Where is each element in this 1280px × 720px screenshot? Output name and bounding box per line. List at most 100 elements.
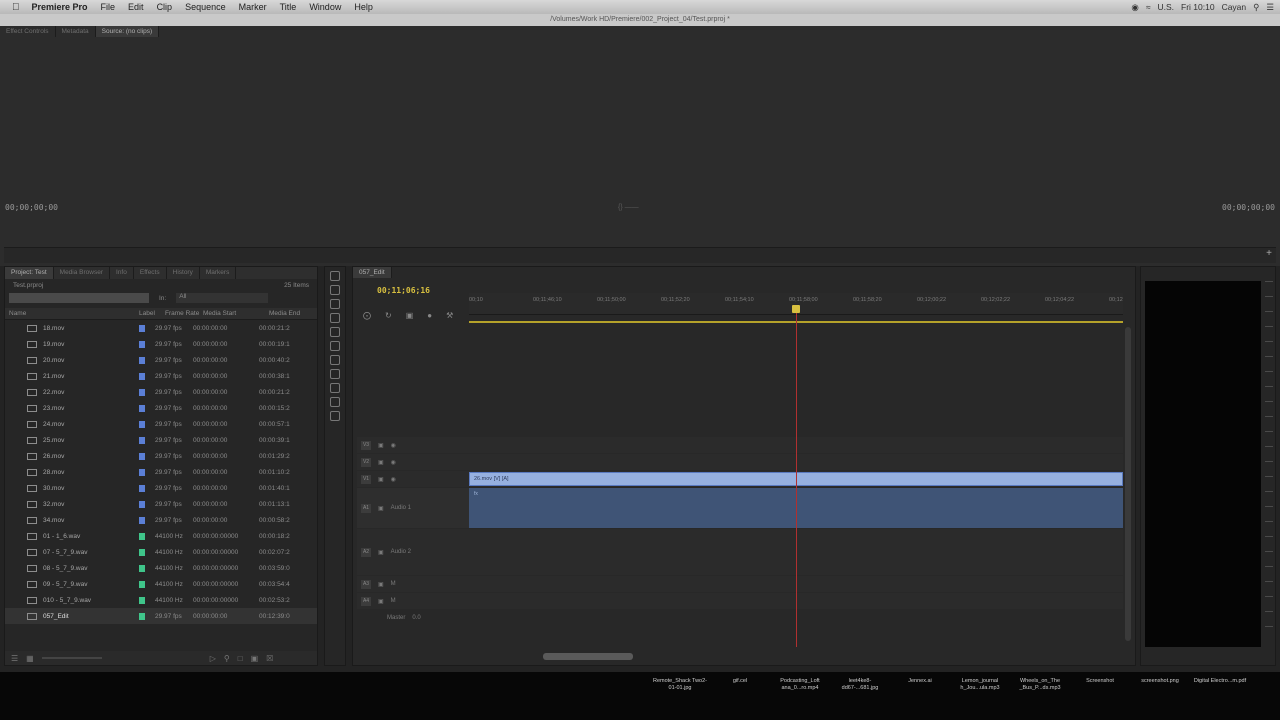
dock-file[interactable]: Wheels_on_The _Bus_P...ds.mp3 (1012, 678, 1068, 692)
snap-icon[interactable]: ⨀ (363, 311, 371, 320)
spotlight-icon[interactable]: ⚲ (1253, 2, 1259, 13)
track-v2-label[interactable]: V2 (361, 457, 371, 467)
tab-markers[interactable]: Markers (200, 267, 237, 279)
in-filter-dropdown[interactable]: All (176, 293, 269, 303)
lock-icon[interactable]: ▣ (378, 459, 384, 466)
dock-file[interactable]: Remote_Shack Two2-01-01.jpg (652, 678, 708, 692)
label-swatch[interactable] (139, 468, 145, 476)
label-swatch[interactable] (139, 420, 145, 428)
eye-icon[interactable]: ◉ (391, 476, 396, 483)
dock-file[interactable]: Podcasting_Loft ana_0...ro.mp4 (772, 678, 828, 692)
rate-stretch-tool-icon[interactable] (330, 327, 340, 337)
lock-icon[interactable]: ▣ (378, 598, 384, 605)
mute-icon[interactable]: M (391, 598, 396, 604)
project-list-item[interactable]: 20.mov 29.97 fps 00:00:00:00 00:00:40:2 (5, 352, 317, 368)
label-swatch[interactable] (139, 596, 145, 604)
project-list-item[interactable]: 26.mov 29.97 fps 00:00:00:00 00:01:29:2 (5, 448, 317, 464)
new-bin-icon[interactable]: □ (238, 654, 243, 663)
new-item-icon[interactable]: ▣ (251, 654, 259, 663)
project-list-item[interactable]: 09 - 5_7_9.wav 44100 Hz 00:00:00:00000 00:0… (5, 576, 317, 592)
lock-icon[interactable]: ▣ (378, 442, 384, 449)
label-swatch[interactable] (139, 404, 145, 412)
zoom-slider[interactable] (41, 657, 102, 659)
label-swatch[interactable] (139, 452, 145, 460)
col-frame-rate[interactable]: Frame Rate (165, 310, 203, 317)
label-swatch[interactable] (139, 612, 145, 620)
label-swatch[interactable] (139, 564, 145, 572)
col-label[interactable]: Label (139, 310, 165, 317)
label-swatch[interactable] (139, 500, 145, 508)
slip-tool-icon[interactable] (330, 355, 340, 365)
playhead-handle[interactable] (792, 305, 800, 313)
project-list-item[interactable]: 010 - 5_7_9.wav 44100 Hz 00:00:00:00000 00:… (5, 592, 317, 608)
col-media-end[interactable]: Media End (269, 310, 300, 317)
tab-media-browser[interactable]: Media Browser (54, 267, 111, 279)
project-list-item[interactable]: 21.mov 29.97 fps 00:00:00:00 00:00:38:1 (5, 368, 317, 384)
label-swatch[interactable] (139, 388, 145, 396)
project-list-item[interactable]: 18.mov 29.97 fps 00:00:00:00 00:00:21:2 (5, 320, 317, 336)
lock-icon[interactable]: ▣ (378, 476, 384, 483)
playhead-line[interactable] (796, 307, 797, 647)
timeline-timecode[interactable]: 00;11;06;16 (377, 286, 430, 295)
linked-selection-icon[interactable]: ↻ (385, 311, 392, 320)
program-viewer[interactable] (1145, 281, 1261, 647)
track-a1-label[interactable]: A1 (361, 503, 371, 513)
pen-tool-icon[interactable] (330, 383, 340, 393)
marker-icon[interactable]: ● (427, 311, 432, 320)
tab-history[interactable]: History (167, 267, 200, 279)
menu-help[interactable]: Help (354, 2, 373, 12)
source-timecode-left[interactable]: 00;00;00;00 (5, 203, 58, 212)
dock-file[interactable]: gif.cel (712, 678, 768, 685)
list-view-icon[interactable]: ☰ (11, 654, 18, 663)
icon-view-icon[interactable]: ▦ (26, 654, 34, 663)
project-list-item[interactable]: 07 - 5_7_9.wav 44100 Hz 00:00:00:00000 00:0… (5, 544, 317, 560)
track-select-tool-icon[interactable] (330, 285, 340, 295)
menu-window[interactable]: Window (309, 2, 341, 12)
source-scrub-bar[interactable] (4, 247, 1276, 263)
automate-icon[interactable]: ▷ (210, 654, 216, 663)
project-list-item[interactable]: 19.mov 29.97 fps 00:00:00:00 00:00:19:1 (5, 336, 317, 352)
label-swatch[interactable] (139, 548, 145, 556)
lock-icon[interactable]: ▣ (378, 505, 384, 512)
dock-file[interactable]: Digital Electro...m.pdf (1192, 678, 1248, 685)
add-button-icon[interactable]: + (1266, 248, 1272, 259)
tab-project[interactable]: Project: Test (5, 267, 54, 279)
project-list-item[interactable]: 01 - 1_6.wav 44100 Hz 00:00:00:00000 00:00:… (5, 528, 317, 544)
project-list-item[interactable]: 08 - 5_7_9.wav 44100 Hz 00:00:00:00000 00:0… (5, 560, 317, 576)
razor-tool-icon[interactable] (330, 341, 340, 351)
tab-metadata[interactable]: Metadata (56, 26, 96, 37)
tab-info[interactable]: Info (110, 267, 134, 279)
rolling-edit-tool-icon[interactable] (330, 313, 340, 323)
track-a2-label[interactable]: A2 (361, 547, 371, 557)
lock-icon[interactable]: ▣ (378, 549, 384, 556)
label-swatch[interactable] (139, 516, 145, 524)
project-list-item[interactable]: 22.mov 29.97 fps 00:00:00:00 00:00:21:2 (5, 384, 317, 400)
label-swatch[interactable] (139, 340, 145, 348)
dock-file[interactable]: screenshot.png (1132, 678, 1188, 685)
menu-file[interactable]: File (101, 2, 116, 12)
track-a3-label[interactable]: A3 (361, 579, 371, 589)
menu-clip[interactable]: Clip (157, 2, 173, 12)
track-a4-label[interactable]: A4 (361, 596, 371, 606)
apple-icon[interactable]:  (12, 2, 20, 13)
menu-title[interactable]: Title (280, 2, 297, 12)
selection-tool-icon[interactable] (330, 271, 340, 281)
clock[interactable]: Fri 10:10 (1181, 2, 1215, 12)
lock-icon[interactable]: ▣ (378, 581, 384, 588)
label-swatch[interactable] (139, 532, 145, 540)
timeline-vertical-scrollbar[interactable] (1125, 327, 1131, 641)
dock-file[interactable]: Jennex.ai (892, 678, 948, 685)
project-list-item[interactable]: 24.mov 29.97 fps 00:00:00:00 00:00:57:1 (5, 416, 317, 432)
label-swatch[interactable] (139, 580, 145, 588)
label-swatch[interactable] (139, 484, 145, 492)
delete-icon[interactable]: ☒ (266, 654, 273, 663)
track-v1-label[interactable]: V1 (361, 474, 371, 484)
add-marker-icon[interactable]: ▣ (406, 311, 414, 320)
language-label[interactable]: U.S. (1157, 2, 1174, 12)
track-v3-label[interactable]: V3 (361, 440, 371, 450)
eye-icon[interactable]: ◉ (391, 459, 396, 466)
settings-wrench-icon[interactable]: ⚒ (446, 311, 453, 320)
eye-icon[interactable]: ◉ (391, 442, 396, 449)
record-icon[interactable]: ◉ (1131, 2, 1138, 13)
project-list-item[interactable]: 057_Edit 29.97 fps 00:00:00:00 00:12:39:0 (5, 608, 317, 624)
